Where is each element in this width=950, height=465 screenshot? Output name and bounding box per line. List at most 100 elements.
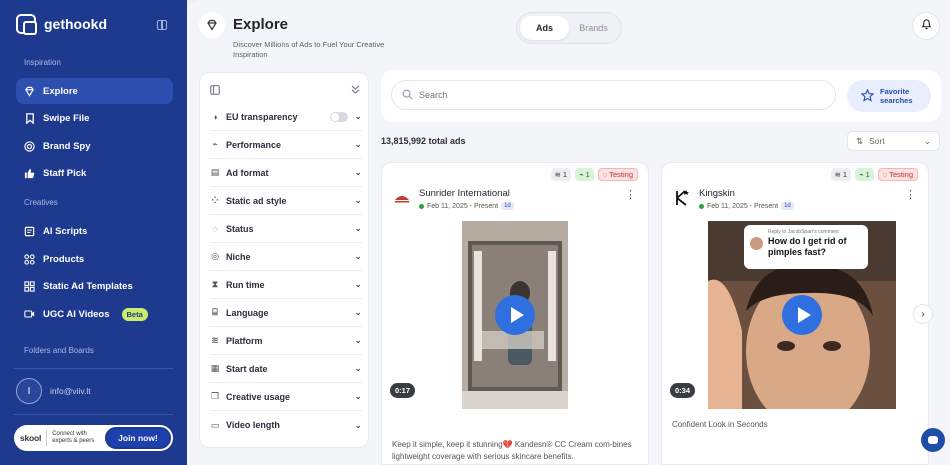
sidebar-item-label: UGC AI Videos [43,308,110,320]
filter-label: Start date [226,363,268,374]
sidebar-item-label: Products [43,253,85,265]
filter-label: Niche [226,251,251,262]
filter-run-time[interactable]: ⧗ Run time ⌄ [210,271,362,299]
chevron-down-icon: ⌄ [354,223,362,233]
chat-support-button[interactable] [921,428,945,452]
status-label: Testing [889,170,913,179]
filter-video-length[interactable]: ▭ Video length ⌄ [210,411,362,439]
skool-text: Connect with experts & peers [52,431,95,444]
hourglass-icon: ⧗ [211,279,219,289]
logo-icon [16,14,37,35]
tab-ads[interactable]: Ads [520,16,569,40]
filter-ad-format[interactable]: ▤ Ad format ⌄ [210,159,362,187]
sidebar-item-ai-scripts[interactable]: AI Scripts [16,218,173,244]
globe-icon: ◑ [212,111,218,122]
carousel-next-button[interactable]: › [913,304,933,324]
notifications-button[interactable] [912,12,940,40]
ad-date: Feb 11, 2025 - Present [707,202,779,210]
more-options-icon[interactable]: ⋮ [625,190,636,201]
pulse-icon: ⌁ [859,170,864,179]
sidebar-item-brand-spy[interactable]: Brand Spy [16,133,173,159]
chevron-right-icon: › [921,308,925,320]
advertiser-logo [672,188,692,208]
skool-banner[interactable]: skool Connect with experts & peers Join … [14,425,173,451]
chevron-down-icon: ⌄ [354,279,362,289]
filter-niche[interactable]: ◎ Niche ⌄ [210,243,362,271]
variations-badge: ≋ 1 [550,168,572,181]
active-status-dot [699,203,704,209]
active-status-dot [419,203,424,209]
skool-divider [46,430,48,446]
filter-label: EU transparency [226,111,298,122]
image-icon [24,280,35,292]
sidebar-item-label: Explore [43,85,78,97]
collapse-all-icon[interactable] [351,85,360,97]
filter-creative-usage[interactable]: ❐ Creative usage ⌄ [210,383,362,411]
eu-transparency-toggle[interactable] [330,111,349,122]
filter-platform[interactable]: ≋ Platform ⌄ [210,327,362,355]
favorite-searches-button[interactable]: Favorite searches [847,80,931,112]
join-now-button[interactable]: Join now! [105,427,171,449]
advertiser-name[interactable]: Kingskin [699,188,735,199]
search-input[interactable] [419,90,819,100]
sidebar-item-products[interactable]: Products [16,246,173,272]
filter-language[interactable]: ⌸ Language ⌄ [210,299,362,327]
advertiser-logo [392,188,412,208]
chevron-down-icon: ⌄ [354,335,362,345]
filter-static-ad-style[interactable]: ⁘ Static ad style ⌄ [210,187,362,215]
chevron-down-icon: ⌄ [354,195,362,205]
layers-icon: ≋ [211,335,219,345]
layers-icon: ≋ [554,170,561,179]
target-icon: ◎ [211,251,219,261]
gem-icon [24,86,35,97]
sidebar-item-staff-pick[interactable]: Staff Pick [16,160,173,186]
filter-eu-transparency[interactable]: ◑ EU transparency ⌄ [210,103,362,131]
chevron-down-icon: ⌄ [354,111,362,121]
play-button[interactable] [782,295,822,335]
sort-label: Sort [869,136,885,146]
page-title: Explore [233,16,289,33]
filter-status[interactable]: ◌ Status ⌄ [210,215,362,243]
more-options-icon[interactable]: ⋮ [905,190,916,201]
search-box[interactable] [391,80,836,110]
ads-brands-toggle: Ads Brands [516,12,622,44]
comment-bubble: Reply to JacobSparr's comment How do I g… [744,225,868,269]
app-logo[interactable]: gethookd [16,14,107,35]
filter-label: Ad format [226,167,269,178]
target-icon [24,140,35,152]
panel-toggle-icon[interactable] [210,85,220,97]
play-button[interactable] [495,295,535,335]
sidebar-item-explore[interactable]: Explore [16,78,173,104]
sidebar-item-label: Swipe File [43,112,90,124]
advertiser-name[interactable]: Sunrider International [419,188,510,199]
sidebar-item-ugc-ai-videos[interactable]: UGC AI Videos Beta [16,301,173,327]
ad-card[interactable]: ≋ 1 ⌁ 1 ◌ Testing Kingskin Feb 11, 2025 - P… [661,162,929,465]
chart-icon: ⌁ [212,139,218,149]
gem-icon [199,12,225,38]
sort-dropdown[interactable]: ⇅ Sort ⌄ [847,131,940,151]
sort-icon: ⇅ [856,135,864,146]
status-badge: ◌ Testing [877,168,918,181]
ad-age-tag: 1d [501,202,514,210]
sidebar-divider [14,368,173,369]
ad-card[interactable]: ≋ 1 ⌁ 1 ◌ Testing Sunrider International Fe… [381,162,649,465]
avatar: I [16,378,42,404]
sidebar-item-swipe-file[interactable]: Swipe File [16,105,173,131]
layers-icon: ≋ [834,170,841,179]
filter-start-date[interactable]: ▦ Start date ⌄ [210,355,362,383]
badge-count: 1 [562,170,568,179]
filter-performance[interactable]: ⌁ Performance ⌄ [210,131,362,159]
account[interactable]: I info@viiv.lt [16,378,91,404]
chevron-down-icon: ⌄ [354,139,362,149]
section-label-creatives: Creatives [24,198,58,207]
ad-badges: ≋ 1 ⌁ 1 ◌ Testing [550,168,638,181]
reply-to-label: Reply to JacobSparr's comment [768,229,839,235]
sidebar: gethookd Inspiration Explore Swipe File … [0,0,187,465]
sidebar-collapse-icon[interactable] [157,20,167,30]
layout-icon: ⁘ [211,195,219,205]
tab-brands[interactable]: Brands [569,16,618,40]
ad-date: Feb 11, 2025 - Present [427,202,499,210]
sidebar-item-static-ad-templates[interactable]: Static Ad Templates [16,273,173,299]
chevron-down-icon: ⌄ [354,251,362,261]
pulse-icon: ⌁ [579,170,584,179]
